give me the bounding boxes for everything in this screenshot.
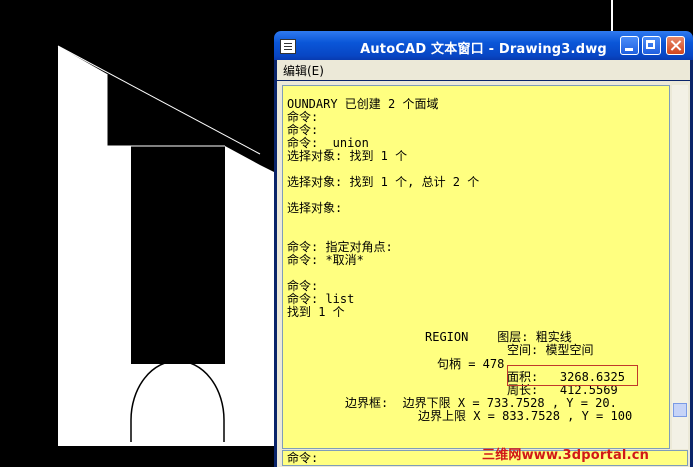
menu-bar: 编辑(E): [277, 60, 690, 80]
command-history[interactable]: OUNDARY 已创建 2 个面域 命令: 命令: 命令: _union 选择对…: [282, 85, 670, 449]
history-line: 句柄 = 478: [437, 357, 505, 371]
history-line: 选择对象: 找到 1 个, 总计 2 个: [287, 175, 480, 189]
minimize-button[interactable]: [620, 36, 639, 55]
history-line: 命令: *取消*: [287, 253, 364, 267]
history-line: 边界上限 X = 833.7528 , Y = 100: [418, 409, 633, 423]
area-highlight-box: [507, 365, 638, 386]
close-button[interactable]: [666, 36, 685, 55]
history-line: 选择对象:: [287, 201, 343, 215]
command-prompt: 命令:: [287, 451, 319, 465]
history-line: 选择对象: 找到 1 个: [287, 149, 408, 163]
history-line: 空间: 模型空间: [507, 343, 594, 357]
scroll-thumb[interactable]: [673, 403, 687, 417]
autocad-text-window: AutoCAD 文本窗口 - Drawing3.dwg 编辑(E) OUNDAR…: [274, 31, 693, 467]
watermark-logo: 三维网www.3dportal.cn: [482, 448, 650, 463]
title-bar[interactable]: AutoCAD 文本窗口 - Drawing3.dwg: [274, 31, 693, 60]
text-content-area: OUNDARY 已创建 2 个面域 命令: 命令: 命令: _union 选择对…: [277, 81, 690, 467]
menu-edit[interactable]: 编辑(E): [283, 62, 324, 79]
history-line: 找到 1 个: [287, 305, 345, 319]
vertical-scrollbar[interactable]: [672, 85, 688, 449]
maximize-button[interactable]: [642, 36, 661, 55]
region-right-column: [225, 146, 274, 364]
region-base: [58, 364, 274, 446]
